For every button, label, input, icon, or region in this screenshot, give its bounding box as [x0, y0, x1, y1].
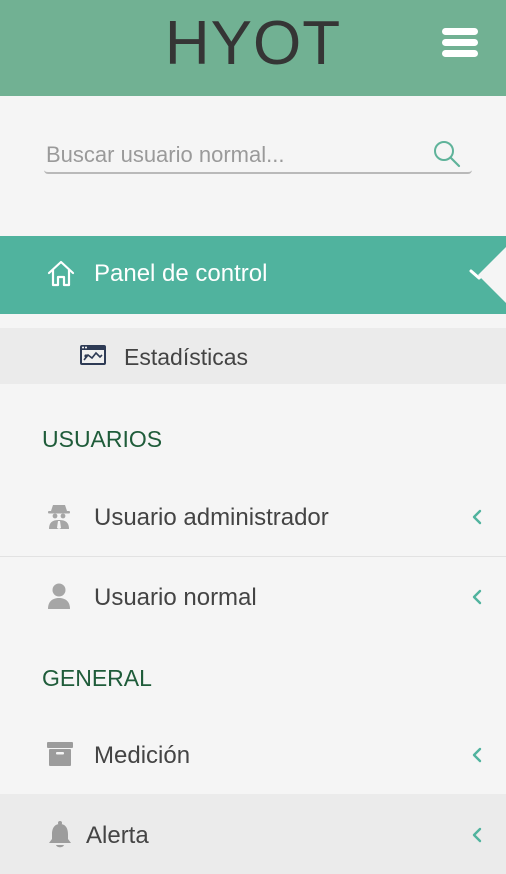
nav-subitem-label: Estadísticas	[124, 344, 248, 370]
section-title-usuarios: USUARIOS	[42, 426, 163, 452]
nav-divider	[0, 556, 506, 557]
archive-box-icon	[46, 740, 74, 773]
user-icon	[46, 582, 72, 615]
stats-window-icon	[79, 343, 107, 372]
nav-item-panel-de-control[interactable]: Panel de control	[0, 236, 506, 314]
nav-item-alerta[interactable]: Alerta	[0, 794, 506, 874]
search-input[interactable]	[46, 140, 426, 170]
spy-user-icon	[46, 502, 72, 535]
nav-item-usuario-normal[interactable]: Usuario normal	[0, 558, 506, 636]
nav-item-label: Alerta	[86, 822, 149, 849]
nav-item-label: Usuario normal	[94, 584, 257, 611]
section-title-general: GENERAL	[42, 665, 152, 691]
nav-subitem-estadisticas[interactable]: Estadísticas	[0, 328, 506, 384]
search-box	[44, 136, 472, 174]
app-header: HYOT	[0, 0, 506, 96]
bell-icon	[46, 820, 74, 855]
search-icon[interactable]	[432, 139, 462, 174]
nav-item-label: Medición	[94, 742, 191, 769]
chevron-left-icon[interactable]	[470, 588, 484, 611]
nav-item-medicion[interactable]: Medición	[0, 716, 506, 794]
nav-item-label: Panel de control	[94, 260, 268, 287]
brand-title: HYOT	[164, 9, 342, 78]
chevron-left-icon[interactable]	[470, 746, 484, 769]
chevron-left-icon[interactable]	[470, 826, 484, 849]
nav-item-usuario-administrador[interactable]: Usuario administrador	[0, 478, 506, 556]
active-indicator-notch	[478, 247, 506, 303]
nav-item-label: Usuario administrador	[94, 504, 329, 531]
hamburger-menu-icon[interactable]	[442, 28, 482, 58]
chevron-left-icon[interactable]	[470, 508, 484, 531]
home-icon	[46, 258, 76, 293]
